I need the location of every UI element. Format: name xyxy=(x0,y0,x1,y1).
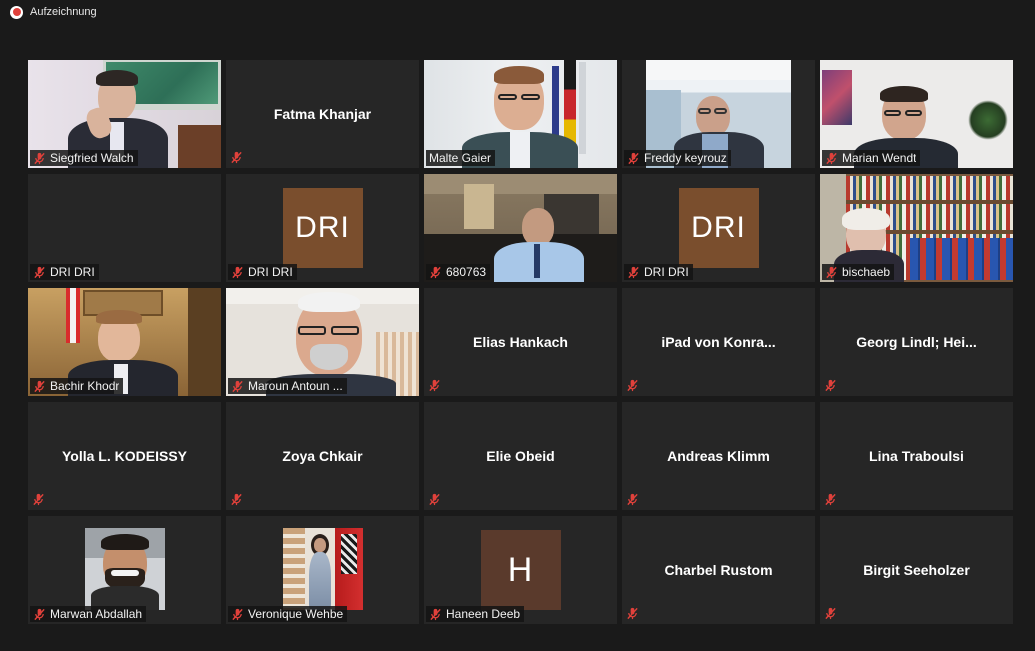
participant-tile[interactable]: bischaeb xyxy=(820,174,1013,282)
participant-tile[interactable]: Elie Obeid xyxy=(424,402,617,510)
participant-tile[interactable]: Fatma Khanjar xyxy=(226,60,419,168)
mic-muted-icon xyxy=(825,379,836,392)
participant-name: Bachir Khodr xyxy=(50,379,120,393)
dri-logo-avatar: DRI xyxy=(282,188,363,268)
participant-tile[interactable]: DRI DRI DRI xyxy=(226,174,419,282)
mic-muted-icon xyxy=(232,380,243,392)
mic-muted-icon xyxy=(627,607,638,620)
participant-tile[interactable]: Lina Traboulsi xyxy=(820,402,1013,510)
mic-muted-icon xyxy=(231,151,242,164)
participant-tile[interactable]: Charbel Rustom xyxy=(622,516,815,624)
participant-name: Freddy keyrouz xyxy=(644,151,727,165)
participant-tile[interactable]: Georg Lindl; Hei... xyxy=(820,288,1013,396)
name-tag: Freddy keyrouz xyxy=(624,150,731,166)
name-tag: Maroun Antoun ... xyxy=(228,378,347,394)
mic-muted-icon xyxy=(627,379,638,392)
participant-name: 680763 xyxy=(446,265,487,279)
participant-name: Yolla L. KODEISSY xyxy=(62,448,187,464)
mic-muted-icon xyxy=(430,608,441,620)
name-tag: Marian Wendt xyxy=(822,150,921,166)
participant-tile[interactable]: Elias Hankach xyxy=(424,288,617,396)
mic-muted-icon xyxy=(430,266,441,278)
mic-muted-icon xyxy=(232,608,243,620)
mic-muted-icon xyxy=(34,380,45,392)
participant-name: Veronique Wehbe xyxy=(248,607,344,621)
name-tag: Veronique Wehbe xyxy=(228,606,348,622)
participant-tile[interactable]: Zoya Chkair xyxy=(226,402,419,510)
record-icon xyxy=(10,5,23,19)
gallery-grid: Siegfried Walch Fatma Khanjar Malte Gaie… xyxy=(28,60,1013,626)
participant-name: Elias Hankach xyxy=(473,334,568,350)
participant-name: DRI DRI xyxy=(50,265,95,279)
participant-tile[interactable]: H Haneen Deeb xyxy=(424,516,617,624)
participant-tile[interactable]: iPad von Konra... xyxy=(622,288,815,396)
participant-name: Maroun Antoun ... xyxy=(248,379,343,393)
name-tag: Haneen Deeb xyxy=(426,606,525,622)
mic-muted-icon xyxy=(628,152,639,164)
participant-tile[interactable]: Siegfried Walch xyxy=(28,60,221,168)
participant-tile[interactable]: Yolla L. KODEISSY xyxy=(28,402,221,510)
participant-name: Andreas Klimm xyxy=(667,448,770,464)
mic-muted-icon xyxy=(826,266,837,278)
participant-tile[interactable]: Marwan Abdallah xyxy=(28,516,221,624)
name-tag: Siegfried Walch xyxy=(30,150,138,166)
participant-name: DRI DRI xyxy=(644,265,689,279)
participant-tile[interactable]: DRI DRI xyxy=(28,174,221,282)
participant-tile[interactable]: Bachir Khodr xyxy=(28,288,221,396)
participant-name: Zoya Chkair xyxy=(282,448,363,464)
recording-label: Aufzeichnung xyxy=(30,6,97,18)
participant-name: Haneen Deeb xyxy=(446,607,521,621)
participant-name: iPad von Konra... xyxy=(661,334,776,350)
mic-muted-icon xyxy=(429,379,440,392)
participant-tile[interactable]: Freddy keyrouz xyxy=(622,60,815,168)
participant-name: Birgit Seeholzer xyxy=(863,562,970,578)
participant-name: Marwan Abdallah xyxy=(50,607,143,621)
mic-muted-icon xyxy=(231,493,242,506)
mic-muted-icon xyxy=(34,266,45,278)
name-tag: bischaeb xyxy=(822,264,895,280)
mic-muted-icon xyxy=(627,493,638,506)
participant-name: Marian Wendt xyxy=(842,151,917,165)
mic-muted-icon xyxy=(825,607,836,620)
dri-logo-avatar: DRI xyxy=(678,188,759,268)
mic-muted-icon xyxy=(628,266,639,278)
mic-muted-icon xyxy=(34,152,45,164)
participant-tile[interactable]: 680763 xyxy=(424,174,617,282)
participant-tile[interactable]: Andreas Klimm xyxy=(622,402,815,510)
participant-name: Georg Lindl; Hei... xyxy=(856,334,977,350)
participant-tile[interactable]: Birgit Seeholzer xyxy=(820,516,1013,624)
participant-name: Malte Gaier xyxy=(429,151,492,165)
mic-muted-icon xyxy=(232,266,243,278)
mic-muted-icon xyxy=(826,152,837,164)
participant-name: Lina Traboulsi xyxy=(869,448,964,464)
mic-muted-icon xyxy=(34,608,45,620)
participant-tile[interactable]: Veronique Wehbe xyxy=(226,516,419,624)
participant-tile[interactable]: DRI DRI DRI xyxy=(622,174,815,282)
participant-name: DRI DRI xyxy=(248,265,293,279)
mic-muted-icon xyxy=(825,493,836,506)
recording-indicator[interactable]: Aufzeichnung xyxy=(10,4,97,20)
participant-name: bischaeb xyxy=(842,265,891,279)
name-tag: DRI DRI xyxy=(624,264,693,280)
name-tag: DRI DRI xyxy=(228,264,297,280)
name-tag: 680763 xyxy=(426,264,491,280)
profile-photo xyxy=(282,528,363,610)
name-tag: Bachir Khodr xyxy=(30,378,124,394)
mic-muted-icon xyxy=(429,493,440,506)
participant-name: Fatma Khanjar xyxy=(273,106,372,122)
name-tag: DRI DRI xyxy=(30,264,99,280)
participant-tile-active-speaker[interactable]: Malte Gaier xyxy=(424,60,617,168)
profile-photo xyxy=(84,528,165,610)
participant-name: Charbel Rustom xyxy=(664,562,773,578)
participant-tile[interactable]: Marian Wendt xyxy=(820,60,1013,168)
name-tag: Marwan Abdallah xyxy=(30,606,147,622)
name-tag: Malte Gaier xyxy=(426,150,496,166)
participant-name: Siegfried Walch xyxy=(50,151,134,165)
mic-muted-icon xyxy=(33,493,44,506)
participant-name: Elie Obeid xyxy=(486,448,555,464)
participant-tile[interactable]: Maroun Antoun ... xyxy=(226,288,419,396)
initial-avatar: H xyxy=(480,530,561,610)
